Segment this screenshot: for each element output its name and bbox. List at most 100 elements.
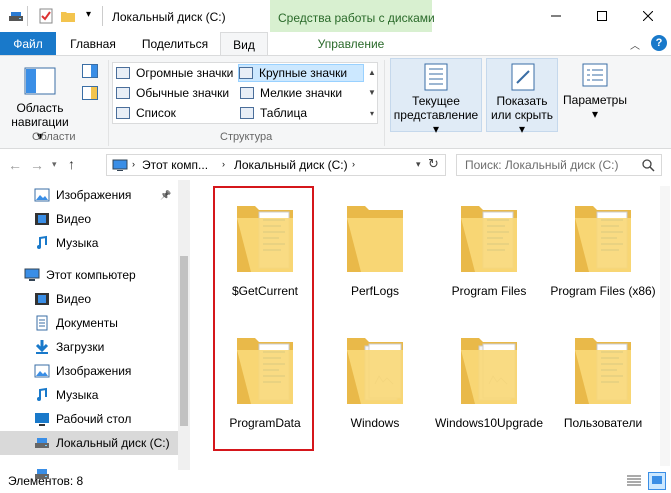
breadcrumb-separator[interactable]: › [222, 159, 225, 169]
sidebar-item-label: Видео [56, 292, 92, 306]
folder-icon [575, 338, 631, 404]
refresh-icon[interactable]: ↻ [428, 156, 439, 172]
tab-view[interactable]: Вид [220, 32, 268, 56]
sidebar-item[interactable]: Загрузки [0, 335, 178, 359]
folder-icon [347, 206, 403, 272]
folder-item[interactable]: Windows [322, 328, 428, 448]
folder-label: $GetCurrent [231, 284, 299, 298]
layout-details[interactable]: Таблица [240, 104, 364, 122]
folder-item[interactable]: Windows10Upgrade [435, 328, 543, 448]
desktop-icon [35, 413, 49, 426]
sidebar-item[interactable]: Документы [0, 311, 178, 335]
layout-item-label: Таблица [260, 106, 308, 120]
breadcrumb-this-pc[interactable]: Этот комп... [142, 158, 208, 172]
folder-item[interactable]: PerfLogs [322, 196, 428, 316]
folder-item[interactable]: ProgramData [212, 328, 318, 448]
layout-medium-icons[interactable]: Обычные значки [116, 84, 236, 102]
close-icon [643, 11, 653, 21]
ribbon-collapse-icon[interactable]: ︿ [630, 37, 640, 52]
large-icons-view-icon[interactable] [648, 472, 666, 490]
sidebar-item[interactable]: Изображения [0, 359, 178, 383]
scroll-up-icon[interactable]: ▲ [368, 68, 376, 77]
folder-item[interactable]: $GetCurrent [212, 196, 318, 316]
drive-icon [35, 469, 49, 479]
window-title: Локальный диск (C:) [112, 10, 226, 24]
folder-icon [575, 206, 631, 272]
small-icons-icon [240, 87, 254, 99]
close-button[interactable] [625, 0, 671, 32]
forward-icon[interactable]: → [30, 157, 44, 173]
tab-manage[interactable]: Управление [270, 32, 432, 56]
layout-small-icons[interactable]: Мелкие значки [240, 84, 364, 102]
details-pane-icon[interactable] [82, 86, 98, 100]
content-scrollbar[interactable] [660, 186, 670, 466]
details-icon [240, 107, 254, 119]
breadcrumb-separator[interactable]: › [132, 159, 135, 169]
sidebar-item[interactable]: Локальный диск (C:) [0, 431, 178, 455]
options-icon [582, 63, 608, 87]
options-button[interactable]: Параметры ▾ [562, 60, 628, 130]
status-bar [0, 470, 671, 493]
layout-gallery-scroll[interactable]: ▲ ▼ ▾ [366, 62, 378, 124]
breadcrumb-local-disk[interactable]: Локальный диск (C:) [234, 158, 348, 172]
qat-customize-icon[interactable]: ▾ [86, 9, 91, 20]
sidebar-item[interactable]: Музыка [0, 231, 178, 255]
sidebar-item[interactable]: Рабочий стол [0, 407, 178, 431]
back-icon[interactable]: ← [8, 157, 22, 173]
ribbon-separator [108, 60, 109, 146]
folder-item[interactable]: Пользователи [550, 328, 656, 448]
tab-home[interactable]: Главная [56, 32, 130, 56]
layout-large-icons[interactable]: Крупные значки [238, 64, 364, 82]
drive-app-icon [9, 12, 23, 21]
folder-label: PerfLogs [350, 284, 400, 298]
current-view-button[interactable]: Текущее представление ▾ [390, 58, 482, 136]
large-icons-icon [239, 67, 253, 79]
preview-pane-icon[interactable] [82, 64, 98, 78]
sidebar-item[interactable]: Видео [0, 287, 178, 311]
music-icon [37, 387, 47, 401]
current-view-label-1: Текущее [412, 94, 460, 108]
nav-scrollbar-thumb[interactable] [180, 256, 188, 426]
help-icon[interactable]: ? [651, 35, 667, 51]
drive-icon [35, 438, 49, 448]
details-view-icon[interactable] [626, 474, 642, 488]
layout-extra-large-icons[interactable]: Огромные значки [116, 64, 236, 82]
folder-item[interactable]: Program Files (x86) [550, 196, 656, 316]
sidebar-item-label: Рабочий стол [56, 412, 132, 426]
up-icon[interactable]: ↑ [68, 156, 75, 172]
scroll-down-icon[interactable]: ▼ [368, 88, 376, 97]
new-folder-icon[interactable] [60, 8, 76, 24]
tab-file[interactable]: Файл [0, 32, 56, 56]
search-input[interactable]: Поиск: Локальный диск (C:) [456, 154, 662, 176]
sidebar-item[interactable]: Изображения 📌 [0, 183, 178, 207]
show-hide-button[interactable]: Показать или скрыть ▾ [486, 58, 558, 136]
sidebar-item-label: Этот компьютер [46, 268, 136, 282]
tab-share[interactable]: Поделиться [130, 32, 220, 56]
sidebar-item-label: Музыка [56, 388, 99, 402]
layout-group-label: Структура [220, 131, 273, 143]
sidebar-item[interactable]: Музыка [0, 383, 178, 407]
sidebar-item-label: Локальный диск (C:) [56, 436, 170, 450]
sidebar-item-label: Изображения [56, 188, 132, 202]
expand-gallery-icon[interactable]: ▾ [370, 109, 374, 118]
recent-locations-icon[interactable]: ▾ [52, 159, 57, 170]
breadcrumb-separator[interactable]: › [352, 159, 355, 169]
minimize-button[interactable] [533, 0, 579, 32]
address-dropdown-icon[interactable]: ▾ [416, 159, 421, 170]
navigation-pane-button[interactable]: Область навигации ▾ [10, 62, 70, 143]
properties-icon[interactable] [38, 8, 54, 24]
sidebar-item[interactable]: Видео [0, 207, 178, 231]
pin-icon[interactable]: 📌 [160, 190, 171, 201]
current-view-icon [424, 63, 448, 91]
folder-label: Program Files (x86) [550, 284, 656, 298]
folder-icon [461, 338, 517, 404]
sidebar-item-label: Изображения [56, 364, 132, 378]
folder-item[interactable]: Program Files [436, 196, 542, 316]
maximize-button[interactable] [579, 0, 625, 32]
layout-list[interactable]: Список [116, 104, 236, 122]
sidebar-item-label: Музыка [56, 236, 99, 250]
layout-item-label: Обычные значки [136, 86, 230, 100]
sidebar-item[interactable]: Этот компьютер [0, 263, 178, 287]
qat-separator [27, 6, 28, 26]
folder-label: Program Files [451, 284, 527, 298]
